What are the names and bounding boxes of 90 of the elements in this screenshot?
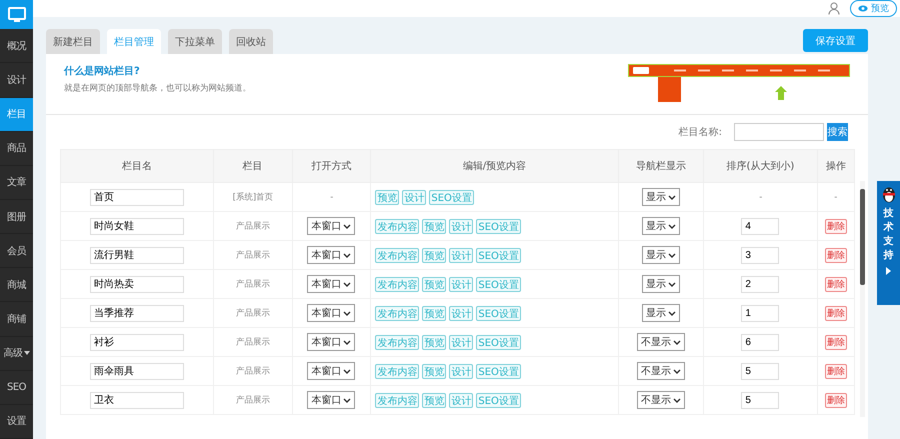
monitor-icon — [8, 6, 26, 23]
chevron-icon — [668, 282, 676, 286]
intro-text: 就是在网页的顶部导航条，也可以称为网站频道。 — [64, 82, 251, 94]
nav-display-select[interactable]: 显示 — [642, 246, 680, 264]
column-type-text: 产品展示 — [236, 336, 270, 348]
chevron-icon — [343, 398, 352, 402]
open-mode-select[interactable]: 本窗口 — [307, 333, 356, 351]
dash-text: - — [758, 192, 762, 202]
nav-display-select[interactable]: 不显示 — [636, 333, 685, 351]
nav-display-select[interactable]: 显示 — [642, 217, 680, 235]
name-field[interactable]: 衬衫 — [90, 334, 184, 350]
chevron-icon — [668, 252, 676, 258]
tab[interactable]: 栏目管理 — [107, 29, 161, 54]
delete-button[interactable]: 删除 — [824, 276, 847, 292]
nav-display-select[interactable]: 不显示 — [636, 391, 685, 409]
search-label: 栏目名称: — [678, 126, 722, 139]
sidebar-item[interactable]: 栏目 — [0, 98, 33, 132]
chevron-icon — [343, 282, 352, 286]
column-type-text: 产品展示 — [236, 366, 270, 377]
chevron-icon — [672, 368, 681, 374]
order-field[interactable]: 6 — [741, 334, 780, 350]
chevron-icon — [343, 252, 352, 258]
delete-button[interactable]: 删除 — [824, 392, 847, 408]
support-label: 技术支持 — [884, 207, 894, 263]
open-mode-select[interactable]: 本窗口 — [307, 304, 356, 322]
column-header: 栏目名 — [60, 150, 214, 182]
chevron-icon — [343, 310, 352, 316]
column-header: 打开方式 — [292, 150, 371, 182]
tab[interactable]: 下拉菜单 — [168, 29, 222, 54]
open-mode-select[interactable]: 本窗口 — [307, 275, 356, 293]
eye-icon — [858, 5, 868, 12]
delete-button[interactable]: 删除 — [824, 364, 847, 378]
nav-display-select[interactable]: 显示 — [642, 188, 680, 206]
column-header: 栏目 — [213, 150, 292, 182]
column-header: 排序(从大到小) — [703, 150, 818, 182]
support-tab[interactable]: 技术支持 — [877, 181, 900, 305]
open-mode-select[interactable]: 本窗口 — [307, 391, 356, 409]
column-type-text: 产品展示 — [236, 394, 270, 406]
order-field[interactable]: 4 — [741, 218, 780, 234]
order-field[interactable]: 5 — [741, 392, 780, 408]
column-header: 编辑/预览内容 — [370, 150, 618, 182]
open-mode-select[interactable]: 本窗口 — [307, 217, 356, 235]
user-icon[interactable] — [828, 2, 840, 15]
delete-button[interactable]: 删除 — [824, 248, 847, 262]
order-field[interactable]: 2 — [741, 276, 780, 292]
delete-button[interactable]: 删除 — [824, 218, 847, 234]
open-mode-select[interactable]: 本窗口 — [307, 362, 356, 380]
scrollbar[interactable] — [860, 181, 865, 417]
delete-button[interactable]: 删除 — [824, 306, 847, 320]
column-header: 导航栏显示 — [618, 150, 704, 182]
chevron-icon — [668, 194, 676, 200]
chevron-icon — [672, 398, 681, 402]
save-button[interactable]: 保存设置 — [803, 29, 868, 52]
order-field[interactable]: 3 — [741, 246, 780, 264]
name-field[interactable]: 时尚热卖 — [90, 276, 184, 292]
name-field[interactable]: 流行男鞋 — [90, 246, 184, 264]
order-field[interactable]: 5 — [741, 362, 780, 380]
delete-button[interactable]: 删除 — [824, 334, 847, 350]
dash-text: - — [834, 192, 838, 202]
column-header: 操作 — [817, 150, 854, 182]
name-field[interactable]: 时尚女鞋 — [90, 218, 184, 234]
order-field[interactable]: 1 — [741, 304, 780, 322]
tab[interactable]: 新建栏目 — [46, 29, 100, 54]
search-field[interactable] — [734, 123, 824, 141]
chevron-icon — [343, 368, 352, 374]
intro-title: 什么是网站栏目? — [64, 64, 141, 78]
dash-text: - — [330, 192, 333, 202]
nav-display-select[interactable]: 显示 — [642, 304, 680, 322]
name-field[interactable]: 雨伞雨具 — [90, 362, 184, 380]
preview-button[interactable]: 预览 — [850, 0, 897, 17]
chevron-icon — [668, 224, 676, 228]
search-button[interactable]: 搜索 — [827, 123, 848, 141]
column-type-text: 产品展示 — [236, 308, 270, 319]
chevron-icon — [343, 224, 352, 228]
column-type-text: 产品展示 — [236, 278, 270, 290]
nav-display-select[interactable]: 不显示 — [636, 362, 685, 380]
name-field[interactable]: 卫衣 — [90, 392, 184, 408]
chevron-icon — [343, 340, 352, 344]
column-type-text: [系统]首页 — [232, 191, 274, 203]
penguin-icon — [880, 185, 896, 203]
play-icon — [886, 267, 891, 275]
open-mode-select[interactable]: 本窗口 — [307, 246, 356, 264]
column-type-text: 产品展示 — [236, 220, 270, 232]
name-field[interactable]: 当季推荐 — [90, 304, 184, 322]
tab[interactable]: 回收站 — [229, 29, 273, 54]
name-field[interactable]: 首页 — [90, 188, 184, 206]
chevron-icon — [668, 310, 676, 316]
chevron-icon — [672, 340, 681, 344]
nav-display-select[interactable]: 显示 — [642, 275, 680, 293]
column-type-text: 产品展示 — [236, 250, 270, 261]
